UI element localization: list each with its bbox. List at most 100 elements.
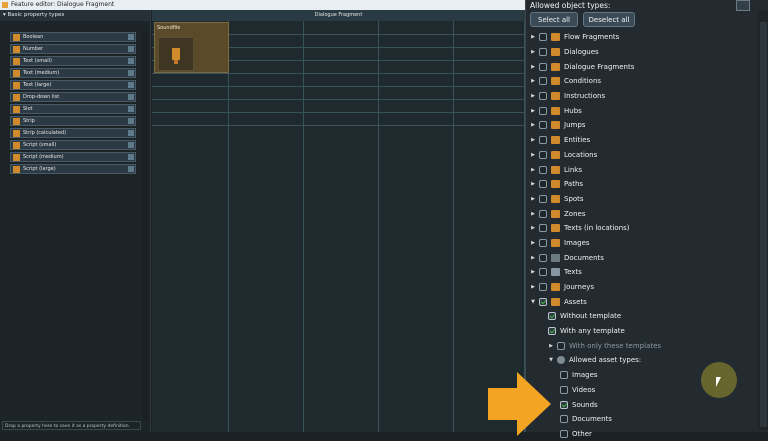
object-type-hubs[interactable]: ▶ Hubs [530, 103, 765, 118]
drop-hint[interactable]: Drop a property here to save it as a pro… [2, 421, 141, 430]
drag-handle-icon[interactable] [128, 166, 134, 172]
chevron-right-icon[interactable]: ▶ [530, 34, 536, 40]
checkbox[interactable] [539, 224, 547, 233]
property-item-drop-down-list[interactable]: Drop-down list [10, 92, 136, 102]
object-type-instructions[interactable]: ▶ Instructions [530, 89, 765, 104]
checkbox[interactable] [539, 209, 547, 218]
chevron-right-icon[interactable]: ▶ [548, 343, 554, 349]
with-any-template-option[interactable]: With any template [530, 324, 765, 339]
property-item-text-large[interactable]: Text (large) [10, 80, 136, 90]
chevron-right-icon[interactable]: ▶ [530, 196, 536, 202]
checkbox[interactable] [539, 62, 547, 71]
object-type-flow-fragments[interactable]: ▶ Flow Fragments [530, 30, 765, 45]
chevron-right-icon[interactable]: ▶ [530, 78, 536, 84]
object-type-assets[interactable]: ▼ Assets [530, 294, 765, 309]
object-type-zones[interactable]: ▶ Zones [530, 206, 765, 221]
with-only-these-templates-option[interactable]: ▶ With only these templates [530, 338, 765, 353]
property-item-script-medium[interactable]: Script (medium) [10, 152, 136, 162]
object-type-conditions[interactable]: ▶ Conditions [530, 74, 765, 89]
checkbox[interactable] [560, 429, 568, 438]
checkbox[interactable] [539, 77, 547, 86]
checkbox[interactable] [560, 385, 568, 394]
object-type-images[interactable]: ▶ Images [530, 236, 765, 251]
chevron-right-icon[interactable]: ▶ [530, 122, 536, 128]
object-type-links[interactable]: ▶ Links [530, 162, 765, 177]
drag-handle-icon[interactable] [128, 70, 134, 76]
property-item-strip[interactable]: Strip [10, 116, 136, 126]
property-item-boolean[interactable]: Boolean [10, 32, 136, 42]
checkbox[interactable] [539, 283, 547, 292]
checkbox-checked[interactable] [548, 327, 556, 336]
drag-handle-icon[interactable] [128, 130, 134, 136]
radio-icon[interactable] [557, 356, 565, 365]
checkbox[interactable] [539, 150, 547, 159]
checkbox[interactable] [539, 33, 547, 42]
property-item-script-large[interactable]: Script (large) [10, 164, 136, 174]
object-type-jumps[interactable]: ▶ Jumps [530, 118, 765, 133]
drag-handle-icon[interactable] [128, 58, 134, 64]
drag-handle-icon[interactable] [128, 46, 134, 52]
object-type-dialogue-fragments[interactable]: ▶ Dialogue Fragments [530, 59, 765, 74]
chevron-right-icon[interactable]: ▶ [530, 49, 536, 55]
chevron-right-icon[interactable]: ▶ [530, 137, 536, 143]
checkbox[interactable] [539, 121, 547, 130]
soundfile-property-tile[interactable]: Soundfile [154, 22, 229, 73]
checkbox-checked[interactable] [548, 312, 556, 321]
chevron-right-icon[interactable]: ▶ [530, 167, 536, 173]
chevron-right-icon[interactable]: ▶ [530, 225, 536, 231]
chevron-right-icon[interactable]: ▶ [530, 64, 536, 70]
property-item-number[interactable]: Number [10, 44, 136, 54]
chevron-right-icon[interactable]: ▶ [530, 284, 536, 290]
checkbox[interactable] [539, 268, 547, 277]
drag-handle-icon[interactable] [128, 154, 134, 160]
drag-handle-icon[interactable] [128, 34, 134, 40]
drag-handle-icon[interactable] [128, 94, 134, 100]
chevron-right-icon[interactable]: ▶ [530, 240, 536, 246]
drag-handle-icon[interactable] [128, 106, 134, 112]
section-header-basic-property-types[interactable]: ▾ Basic property types [0, 10, 150, 21]
checkbox[interactable] [560, 415, 568, 424]
deselect-all-button[interactable]: Deselect all [583, 12, 635, 27]
chevron-right-icon[interactable]: ▶ [530, 181, 536, 187]
checkbox-checked[interactable] [539, 297, 547, 306]
chevron-right-icon[interactable]: ▶ [530, 108, 536, 114]
sound-slot[interactable] [158, 37, 194, 71]
checkbox[interactable] [539, 48, 547, 57]
checkbox[interactable] [539, 194, 547, 203]
panel-options-button[interactable] [736, 0, 750, 11]
object-type-journeys[interactable]: ▶ Journeys [530, 280, 765, 295]
checkbox[interactable] [539, 253, 547, 262]
feature-canvas[interactable]: Dialogue Fragment Soundfile [152, 10, 525, 432]
checkbox[interactable] [539, 238, 547, 247]
chevron-right-icon[interactable]: ▶ [530, 269, 536, 275]
object-type-texts-in-locations[interactable]: ▶ Texts (in locations) [530, 221, 765, 236]
checkbox[interactable] [539, 136, 547, 145]
left-scrollbar[interactable] [142, 30, 148, 420]
property-item-script-small[interactable]: Script (small) [10, 140, 136, 150]
without-template-option[interactable]: Without template [530, 309, 765, 324]
property-item-text-small[interactable]: Text (small) [10, 56, 136, 66]
checkbox[interactable] [560, 371, 568, 380]
property-item-text-medium[interactable]: Text (medium) [10, 68, 136, 78]
asset-type-documents[interactable]: Documents [530, 412, 765, 427]
object-type-paths[interactable]: ▶ Paths [530, 177, 765, 192]
drag-handle-icon[interactable] [128, 142, 134, 148]
select-all-button[interactable]: Select all [530, 12, 578, 27]
property-item-strip-calculated[interactable]: Strip (calculated) [10, 128, 136, 138]
object-type-spots[interactable]: ▶ Spots [530, 192, 765, 207]
object-type-locations[interactable]: ▶ Locations [530, 148, 765, 163]
checkbox[interactable] [557, 341, 565, 350]
checkbox-checked[interactable] [560, 400, 568, 409]
chevron-right-icon[interactable]: ▶ [530, 211, 536, 217]
property-item-slot[interactable]: Slot [10, 104, 136, 114]
checkbox[interactable] [539, 106, 547, 115]
object-type-dialogues[interactable]: ▶ Dialogues [530, 45, 765, 60]
object-type-entities[interactable]: ▶ Entities [530, 133, 765, 148]
checkbox[interactable] [539, 165, 547, 174]
checkbox[interactable] [539, 180, 547, 189]
chevron-right-icon[interactable]: ▶ [530, 255, 536, 261]
right-scrollbar-thumb[interactable] [760, 22, 767, 427]
chevron-down-icon[interactable]: ▼ [548, 357, 554, 363]
asset-type-sounds[interactable]: Sounds [530, 397, 765, 412]
object-type-documents[interactable]: ▶ Documents [530, 250, 765, 265]
